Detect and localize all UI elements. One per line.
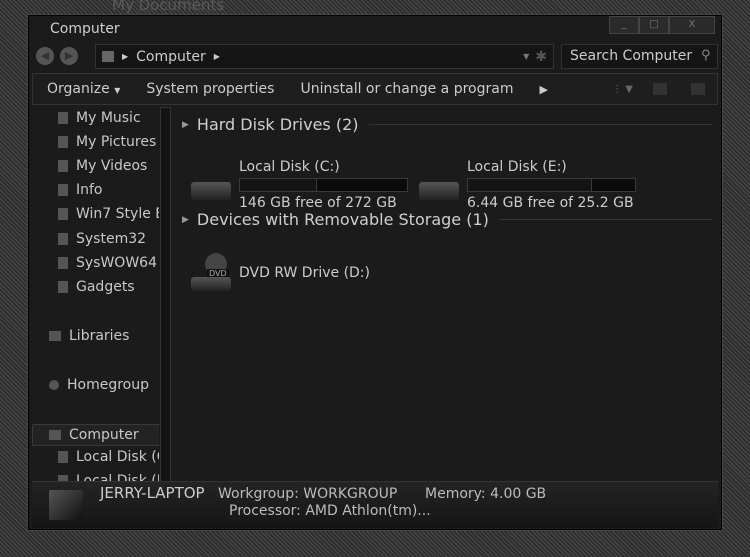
computer-icon [49,430,61,440]
divider [368,124,712,125]
drive-free-space: 146 GB free of 272 GB [239,195,397,211]
details-pane: JERRY-LAPTOP Workgroup: WORKGROUP Memory… [32,481,718,528]
memory-info: Memory: 4.00 GB [425,486,547,502]
maximize-button[interactable]: □ [639,16,669,34]
view-options-icon[interactable]: ⋮ ▼ [612,84,633,95]
window-controls: _ □ X [609,16,715,34]
preview-pane-icon[interactable] [653,83,667,95]
processor-info: Processor: AMD Athlon(tm)... [229,503,431,519]
chevron-right-icon[interactable]: ▶ [122,52,128,61]
sidebar-item-libraries[interactable]: Libraries [49,328,129,344]
folder-icon [58,208,68,220]
drive-usage-bar [467,178,636,192]
back-button[interactable]: ◀ [36,47,54,65]
system-properties-button[interactable]: System properties [146,81,274,97]
group-title: Devices with Removable Storage (1) [196,210,489,229]
organize-label: Organize [47,81,110,97]
group-header-hard-disk-drives[interactable]: ▶ Hard Disk Drives (2) [182,115,712,134]
folder-icon [58,160,68,172]
sidebar-item-label: My Videos [76,158,148,174]
sidebar-item-win7-style[interactable]: Win7 Style B [58,206,159,222]
desktop-icon-label[interactable]: My Documents [112,0,224,14]
refresh-icon[interactable]: ✱ [535,49,547,65]
drive-usage-fill [240,179,317,191]
expand-icon[interactable]: ▶ [182,120,189,130]
organize-button[interactable]: Organize ▼ [47,81,120,97]
drive-free-space: 6.44 GB free of 25.2 GB [467,195,634,211]
more-icon[interactable]: ▶ [539,83,547,96]
drive-dvd-rw[interactable]: DVD RW Drive (D:) [239,265,370,281]
help-icon[interactable] [691,83,705,95]
dvd-drive-icon: DVD [191,253,231,291]
drive-name: Local Disk (C:) [239,159,340,175]
sidebar-item-computer[interactable]: Computer [32,424,159,446]
toolbar: Organize ▼ System properties Uninstall o… [32,73,718,105]
sidebar-item-my-pictures[interactable]: My Pictures [58,134,156,150]
forward-button[interactable]: ▶ [60,47,78,65]
drive-usage-bar [239,178,408,192]
hard-drive-windows-icon [191,182,231,200]
sidebar-item-label: Info [76,182,103,198]
drive-name: DVD RW Drive (D:) [239,265,370,281]
folder-icon [58,233,68,245]
folder-icon [58,112,68,124]
breadcrumb-computer[interactable]: Computer [136,49,206,65]
dropdown-icon: ▼ [114,86,121,95]
divider [498,219,712,220]
group-title: Hard Disk Drives (2) [196,115,359,134]
drive-name: Local Disk (E:) [467,159,567,175]
dropdown-icon[interactable]: ▼ [523,52,529,61]
sidebar-item-label: System32 [76,231,147,247]
folder-icon [58,136,68,148]
sidebar-item-my-music[interactable]: My Music [58,110,141,126]
sidebar-item-label: Gadgets [76,279,135,295]
search-input[interactable]: Search Computer [561,44,718,69]
libraries-icon [49,331,61,341]
sidebar-item-label: SysWOW64 [76,255,157,271]
sidebar-item-label: My Music [76,110,141,126]
search-icon[interactable]: ⚲ [701,48,711,63]
chevron-right-icon[interactable]: ▶ [214,52,220,61]
minimize-button[interactable]: _ [609,16,639,34]
expand-icon[interactable]: ▶ [182,215,189,225]
homegroup-icon [49,380,59,390]
hard-drive-icon [419,182,459,200]
sidebar-item-label: Homegroup [67,377,150,393]
window-title: Computer [50,21,120,37]
folder-icon [58,184,68,196]
explorer-window: Computer _ □ X ◀ ▶ ▶ Computer ▶ ▼ ✱ Sear… [28,15,722,530]
content-pane: ▶ Hard Disk Drives (2) Local Disk (C:) 14… [172,107,719,492]
group-header-removable-storage[interactable]: ▶ Devices with Removable Storage (1) [182,210,712,229]
sidebar-item-syswow64[interactable]: SysWOW64 [58,255,157,271]
sidebar-item-my-videos[interactable]: My Videos [58,158,147,174]
uninstall-button[interactable]: Uninstall or change a program [300,81,513,97]
sidebar-item-local-disk-c[interactable]: Local Disk (C [58,449,159,465]
drive-icon [58,451,68,463]
folder-icon [58,257,68,269]
computer-large-icon [49,490,83,520]
sidebar-item-label: Win7 Style B [76,206,159,222]
sidebar-item-label: Libraries [69,328,130,344]
navigation-pane: My Music My Pictures My Videos Info Win7… [32,107,159,492]
sidebar-item-label: My Pictures [76,134,157,150]
folder-icon [58,281,68,293]
sidebar-item-gadgets[interactable]: Gadgets [58,279,135,295]
sidebar-item-label: Local Disk (C [76,449,159,465]
drive-local-disk-e[interactable]: Local Disk (E:) 6.44 GB free of 25.2 GB [467,159,636,211]
close-button[interactable]: X [669,16,715,34]
sidebar-item-homegroup[interactable]: Homegroup [49,377,149,393]
computer-icon [102,51,114,62]
navigation-scrollbar[interactable] [160,107,171,492]
drive-usage-fill [468,179,592,191]
drive-local-disk-c[interactable]: Local Disk (C:) 146 GB free of 272 GB [239,159,408,211]
sidebar-item-info[interactable]: Info [58,182,103,198]
sidebar-item-system32[interactable]: System32 [58,231,146,247]
address-bar[interactable]: ▶ Computer ▶ ▼ ✱ [95,44,554,69]
workgroup-info: Workgroup: WORKGROUP [218,486,398,502]
computer-name: JERRY-LAPTOP [100,484,205,502]
sidebar-item-label: Computer [69,427,139,443]
